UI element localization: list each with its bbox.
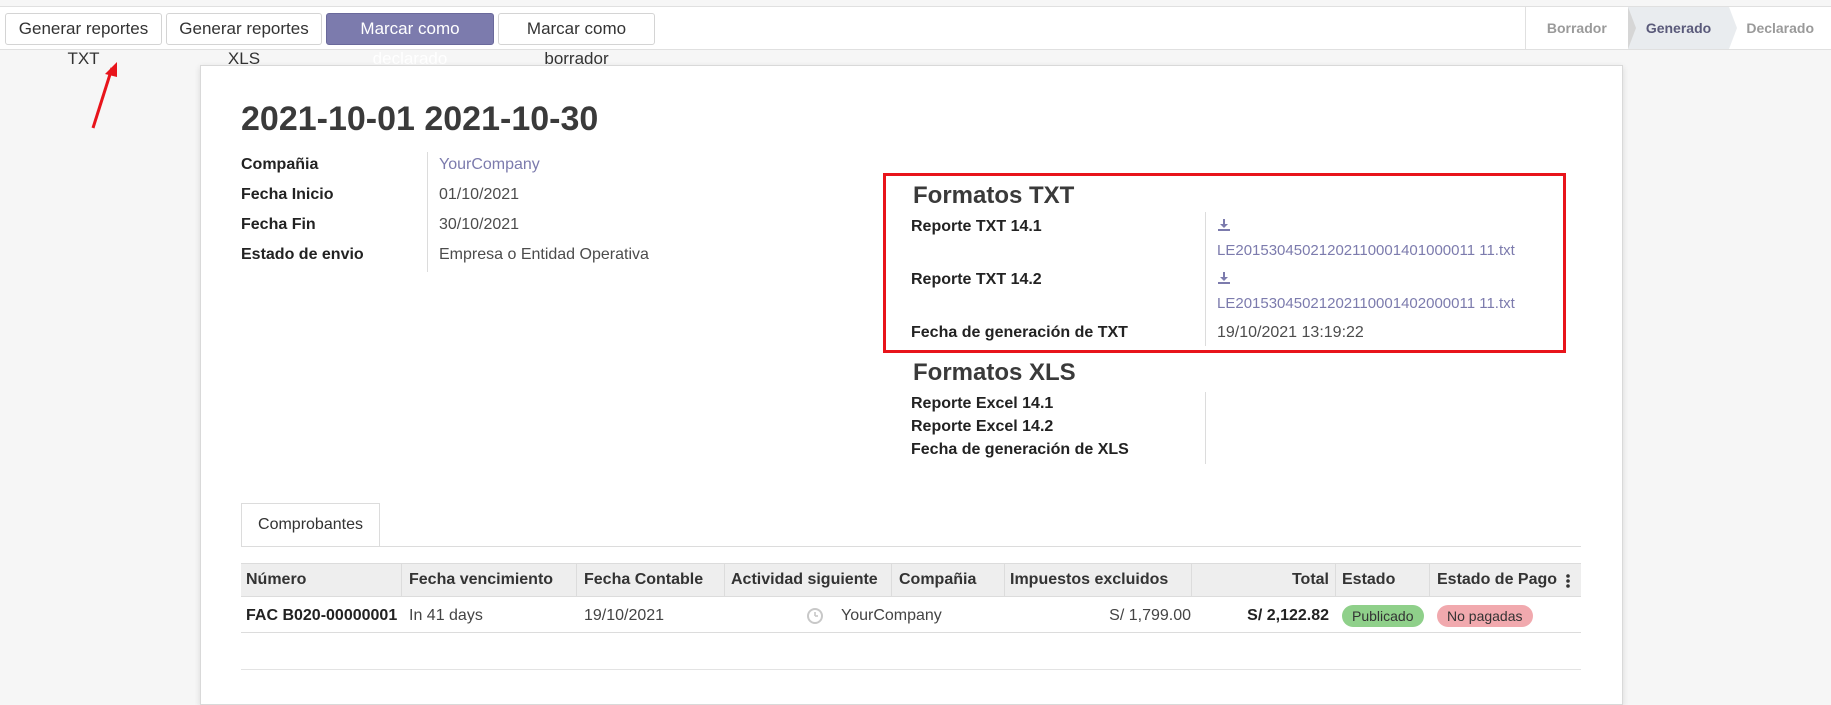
field-separator xyxy=(427,152,428,272)
txt-date-value: 19/10/2021 13:19:22 xyxy=(1217,324,1364,341)
col-impuestos[interactable]: Impuestos excluidos xyxy=(1010,571,1168,589)
txt-section-title: Formatos TXT xyxy=(913,182,1075,209)
tab-divider xyxy=(241,546,1581,547)
col-numero[interactable]: Número xyxy=(246,571,306,589)
col-estado-pago[interactable]: Estado de Pago xyxy=(1437,571,1557,589)
column-separator xyxy=(401,564,402,596)
cell-vencimiento: In 41 days xyxy=(409,607,483,624)
col-fecha-vencimiento[interactable]: Fecha vencimiento xyxy=(409,571,553,589)
end-date-value: 30/10/2021 xyxy=(439,216,520,233)
download-icon[interactable] xyxy=(1217,271,1231,285)
xls-separator xyxy=(1205,392,1206,464)
download-icon[interactable] xyxy=(1217,218,1231,232)
start-date-value: 01/10/2021 xyxy=(439,186,520,203)
col-compania[interactable]: Compañia xyxy=(899,571,976,589)
send-status-label: Estado de envio xyxy=(241,246,364,263)
cell-total: S/ 2,122.82 xyxy=(1247,607,1329,624)
tab-comprobantes[interactable]: Comprobantes xyxy=(241,503,380,547)
table-footer-divider xyxy=(241,669,1581,670)
record-title: 2021-10-01 2021-10-30 xyxy=(241,100,599,138)
status-step-declarado[interactable]: Declarado xyxy=(1729,7,1831,49)
txt-date-label: Fecha de generación de TXT xyxy=(911,324,1128,341)
end-date-label: Fecha Fin xyxy=(241,216,316,233)
txt-141-label: Reporte TXT 14.1 xyxy=(911,218,1042,235)
col-fecha-contable[interactable]: Fecha Contable xyxy=(584,571,703,589)
mark-draft-button[interactable]: Marcar como borrador xyxy=(498,13,655,68)
control-panel: Generar reportes TXT Generar reportes XL… xyxy=(0,6,1831,68)
status-badge-no-pagadas: No pagadas xyxy=(1437,605,1533,627)
column-separator xyxy=(1191,564,1192,596)
status-bar: Borrador Generado Declarado xyxy=(1525,7,1831,49)
cell-compania: YourCompany xyxy=(841,607,942,624)
mark-declared-button[interactable]: Marcar como declarado xyxy=(326,13,494,68)
column-separator xyxy=(1335,564,1336,596)
xls-141-label: Reporte Excel 14.1 xyxy=(911,395,1054,412)
start-date-label: Fecha Inicio xyxy=(241,186,334,203)
column-separator xyxy=(1004,564,1005,596)
xls-142-label: Reporte Excel 14.2 xyxy=(911,418,1054,435)
clock-icon[interactable] xyxy=(806,607,824,625)
column-separator xyxy=(724,564,725,596)
col-actividad[interactable]: Actividad siguiente xyxy=(731,571,878,589)
form-sheet: 2021-10-01 2021-10-30 Compañia YourCompa… xyxy=(200,65,1623,705)
company-label: Compañia xyxy=(241,156,319,173)
col-estado[interactable]: Estado xyxy=(1342,571,1395,589)
generate-txt-button[interactable]: Generar reportes TXT xyxy=(5,13,162,68)
column-separator xyxy=(1429,564,1430,596)
status-badge-publicado: Publicado xyxy=(1342,605,1424,627)
status-step-generado[interactable]: Generado xyxy=(1627,7,1737,49)
company-value[interactable]: YourCompany xyxy=(439,156,540,174)
column-separator xyxy=(576,564,577,596)
send-status-value: Empresa o Entidad Operativa xyxy=(439,246,649,263)
generate-xls-button[interactable]: Generar reportes XLS xyxy=(166,13,322,68)
txt-separator xyxy=(1205,212,1206,346)
txt-141-file-link[interactable]: LE20153045021202110001401000011 11.txt xyxy=(1217,242,1515,259)
column-options-icon[interactable] xyxy=(1565,573,1571,589)
xls-date-label: Fecha de generación de XLS xyxy=(911,441,1129,458)
column-separator xyxy=(891,564,892,596)
txt-142-label: Reporte TXT 14.2 xyxy=(911,271,1042,288)
txt-142-file-link[interactable]: LE20153045021202110001402000011 11.txt xyxy=(1217,295,1515,312)
table-header: Número Fecha vencimiento Fecha Contable … xyxy=(241,563,1581,597)
annotation-arrow xyxy=(91,62,117,129)
table-row[interactable]: FAC B020-00000001 In 41 days 19/10/2021 … xyxy=(241,597,1581,633)
cell-numero: FAC B020-00000001 xyxy=(246,607,398,624)
cell-contable: 19/10/2021 xyxy=(584,607,665,624)
xls-section-title: Formatos XLS xyxy=(913,359,1076,386)
col-total[interactable]: Total xyxy=(1261,571,1329,589)
status-step-borrador[interactable]: Borrador xyxy=(1526,7,1636,49)
